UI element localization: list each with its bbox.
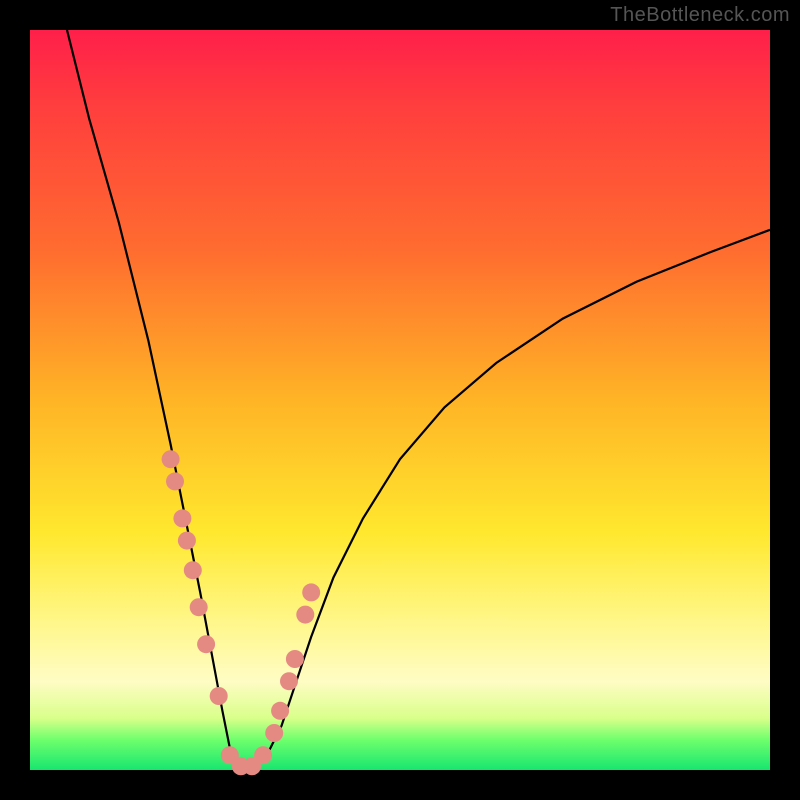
marker-dot [286, 650, 304, 668]
marker-dot [162, 450, 180, 468]
watermark-text: TheBottleneck.com [610, 4, 790, 27]
curve-svg [30, 30, 770, 770]
marker-dot [254, 746, 272, 764]
marker-dot [296, 606, 314, 624]
bottleneck-curve [67, 30, 770, 770]
marker-dot [280, 672, 298, 690]
chart-container: TheBottleneck.com [0, 0, 800, 800]
marker-dot [265, 724, 283, 742]
marker-dot [173, 509, 191, 527]
marker-dot [178, 532, 196, 550]
marker-dot [166, 472, 184, 490]
marker-dots-group [162, 450, 321, 775]
marker-dot [190, 598, 208, 616]
marker-dot [302, 583, 320, 601]
marker-dot [197, 635, 215, 653]
marker-dot [184, 561, 202, 579]
marker-dot [271, 702, 289, 720]
marker-dot [210, 687, 228, 705]
plot-area [30, 30, 770, 770]
